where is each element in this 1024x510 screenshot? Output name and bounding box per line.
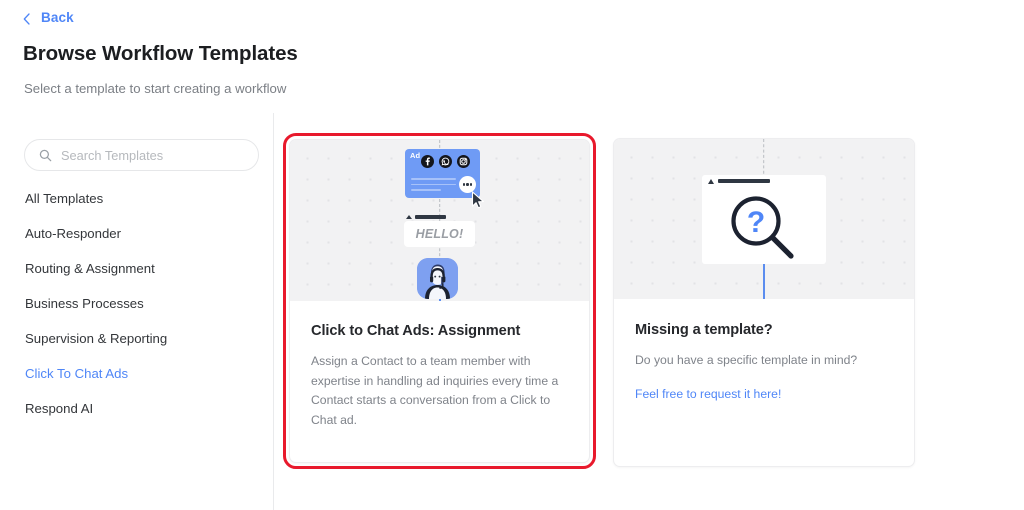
missing-template-body: Missing a template? Do you have a specif…: [614, 299, 914, 403]
mouse-cursor-icon: [471, 191, 486, 210]
ad-mockup: Ad: [405, 149, 480, 198]
ad-label: Ad: [410, 151, 421, 160]
instagram-icon: [457, 155, 470, 168]
missing-template-title: Missing a template?: [635, 322, 773, 338]
browse-workflow-templates-page: Back Browse Workflow Templates Select a …: [0, 0, 1024, 510]
browser-title-bar: [702, 175, 826, 187]
message-indicator: [406, 215, 446, 219]
missing-template-illustration: ?: [614, 139, 914, 299]
magnifier-question-icon: ?: [727, 193, 799, 263]
ad-text-lines: [411, 178, 456, 195]
whatsapp-icon: [439, 155, 452, 168]
template-card-body: Click to Chat Ads: Assignment Assign a C…: [290, 301, 589, 430]
flow-dashed-connector: [763, 139, 765, 179]
template-card-click-to-chat-ads-assignment[interactable]: Ad HELLO! Click to Chat Ads: Assignment …: [289, 139, 590, 463]
template-card-title: Click to Chat Ads: Assignment: [311, 323, 521, 339]
svg-text:?: ?: [747, 206, 765, 239]
missing-template-card[interactable]: ? Missing a template? Do you have a spec…: [613, 138, 915, 467]
browser-content: ?: [702, 187, 826, 264]
browser-window-icon: ?: [702, 175, 826, 264]
flow-solid-connector: [763, 263, 765, 299]
hello-message-text: HELLO!: [415, 227, 464, 241]
template-card-description: Assign a Contact to a team member with e…: [311, 354, 559, 427]
facebook-icon: [421, 155, 434, 168]
request-template-link[interactable]: Feel free to request it here!: [635, 387, 781, 401]
missing-template-description: Do you have a specific template in mind?: [635, 353, 858, 367]
hello-message-bubble: HELLO!: [404, 221, 475, 247]
support-agent-avatar-icon: [417, 258, 458, 299]
template-card-grid: Ad HELLO! Click to Chat Ads: Assignment …: [0, 0, 1024, 510]
template-illustration: Ad HELLO!: [290, 140, 589, 301]
social-icons-row: [421, 155, 470, 168]
